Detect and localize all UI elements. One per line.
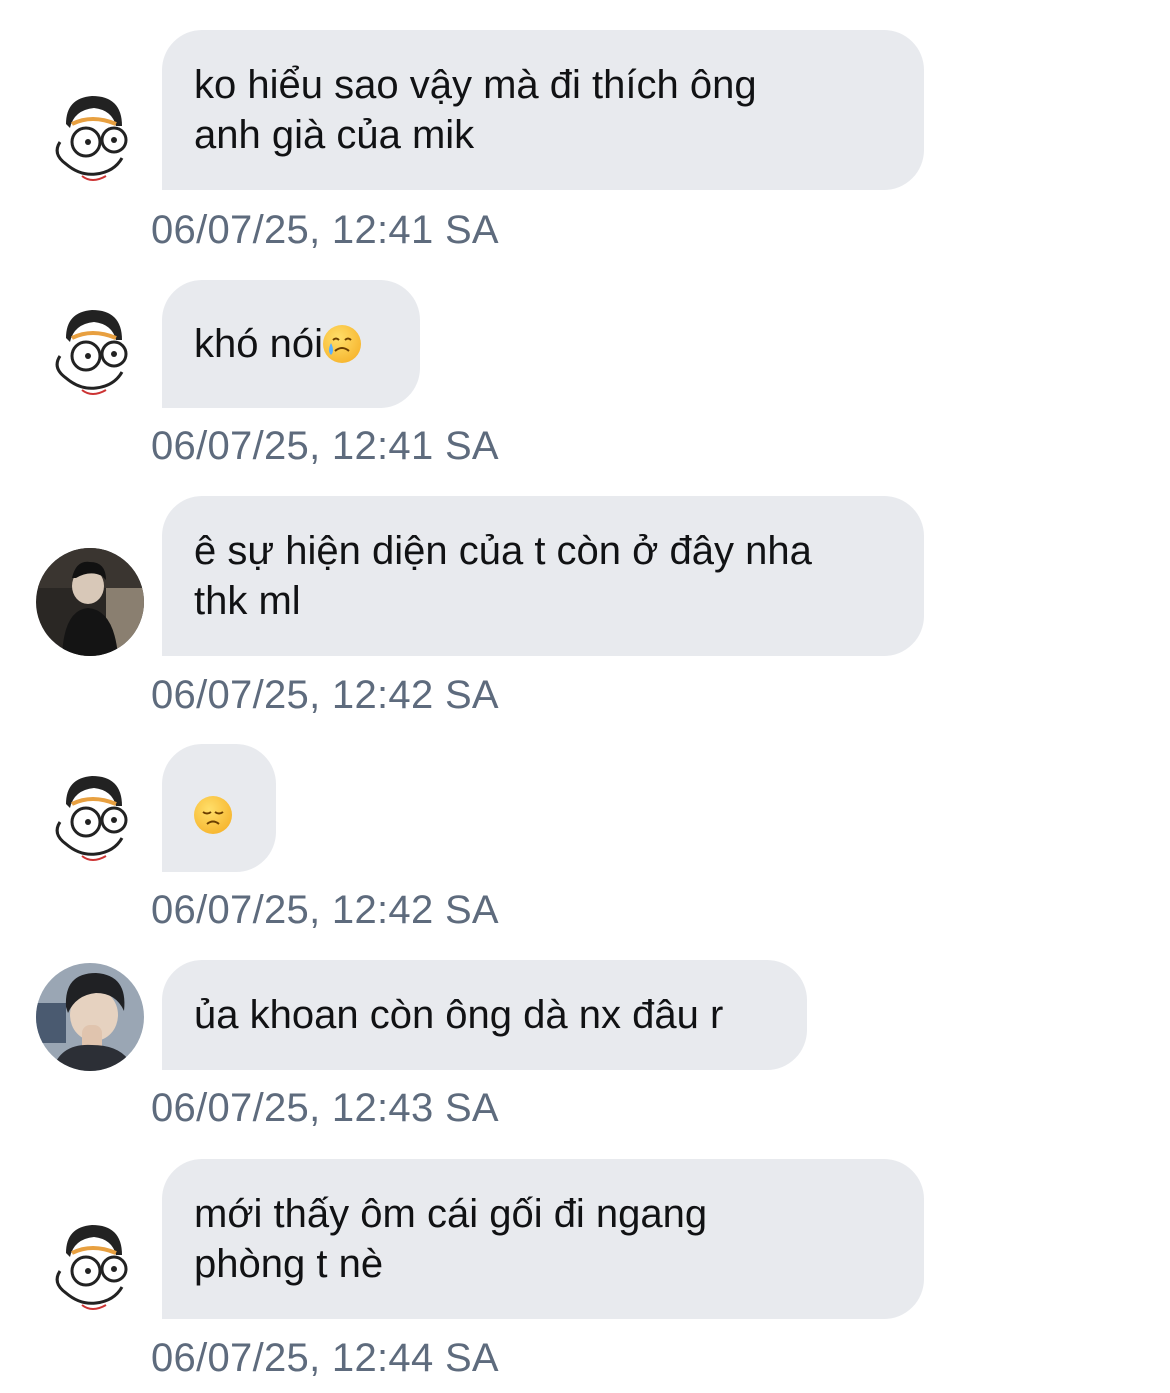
message-bubble[interactable]: ko hiểu sao vậy mà đi thích ông anh già …: [162, 30, 924, 190]
avatar[interactable]: [36, 548, 144, 656]
message-text: khó nói: [194, 322, 323, 366]
cartoon-avatar-icon: [36, 1213, 144, 1321]
disappointed-face-emoji-icon: [194, 796, 232, 834]
avatar[interactable]: [36, 764, 144, 872]
timestamp: 06/07/25, 12:41 SA: [151, 208, 499, 252]
timestamp: 06/07/25, 12:43 SA: [151, 1086, 499, 1130]
avatar[interactable]: [36, 963, 144, 1071]
timestamp: 06/07/25, 12:42 SA: [151, 673, 499, 717]
timestamp: 06/07/25, 12:44 SA: [151, 1336, 499, 1380]
profile-photo-icon: [36, 963, 144, 1071]
cartoon-avatar-icon: [36, 764, 144, 872]
profile-photo-icon: [36, 548, 144, 656]
avatar[interactable]: [36, 298, 144, 406]
message-bubble[interactable]: mới thấy ôm cái gối đi ngang phòng t nè: [162, 1159, 924, 1319]
cartoon-avatar-icon: [36, 84, 144, 192]
message-bubble[interactable]: khó nói: [162, 280, 420, 408]
message-bubble[interactable]: ê sự hiện diện của t còn ở đây nha thk m…: [162, 496, 924, 656]
avatar[interactable]: [36, 84, 144, 192]
message-bubble[interactable]: ủa khoan còn ông dà nx đâu r: [162, 960, 807, 1070]
timestamp: 06/07/25, 12:41 SA: [151, 424, 499, 468]
crying-smile-emoji-icon: [322, 325, 361, 363]
cartoon-avatar-icon: [36, 298, 144, 406]
avatar[interactable]: [36, 1213, 144, 1321]
timestamp: 06/07/25, 12:42 SA: [151, 888, 499, 932]
message-bubble[interactable]: [162, 744, 276, 872]
